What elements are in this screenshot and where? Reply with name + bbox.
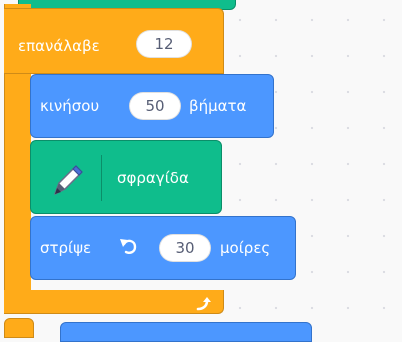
stamp-label: σφραγίδα (117, 169, 189, 187)
move-label: κινήσου (40, 97, 100, 115)
next-block-control[interactable] (4, 318, 34, 338)
turn-degrees-input[interactable]: 30 (159, 234, 211, 262)
stamp-block[interactable]: σφραγίδα (30, 140, 222, 214)
repeat-arrow-icon (194, 294, 214, 314)
move-unit-label: βήματα (189, 97, 247, 115)
move-steps-input[interactable]: 50 (129, 92, 181, 120)
code-workspace[interactable]: επανάλαβε 12 κινήσου 50 βήματα σφραγίδα (0, 0, 402, 342)
turn-label: στρίψε (40, 239, 92, 257)
next-block-motion[interactable] (60, 322, 312, 342)
turn-unit-label: μοίρες (220, 239, 271, 257)
repeat-label: επανάλαβε (18, 37, 100, 55)
turn-block[interactable]: στρίψε 30 μοίρες (30, 216, 296, 280)
repeat-count-input[interactable]: 12 (136, 30, 192, 58)
pen-icon (49, 161, 87, 199)
repeat-block-footer[interactable] (4, 290, 224, 314)
rotate-left-icon (118, 236, 140, 258)
move-block[interactable]: κινήσου 50 βήματα (30, 74, 274, 138)
stamp-separator (101, 155, 102, 201)
